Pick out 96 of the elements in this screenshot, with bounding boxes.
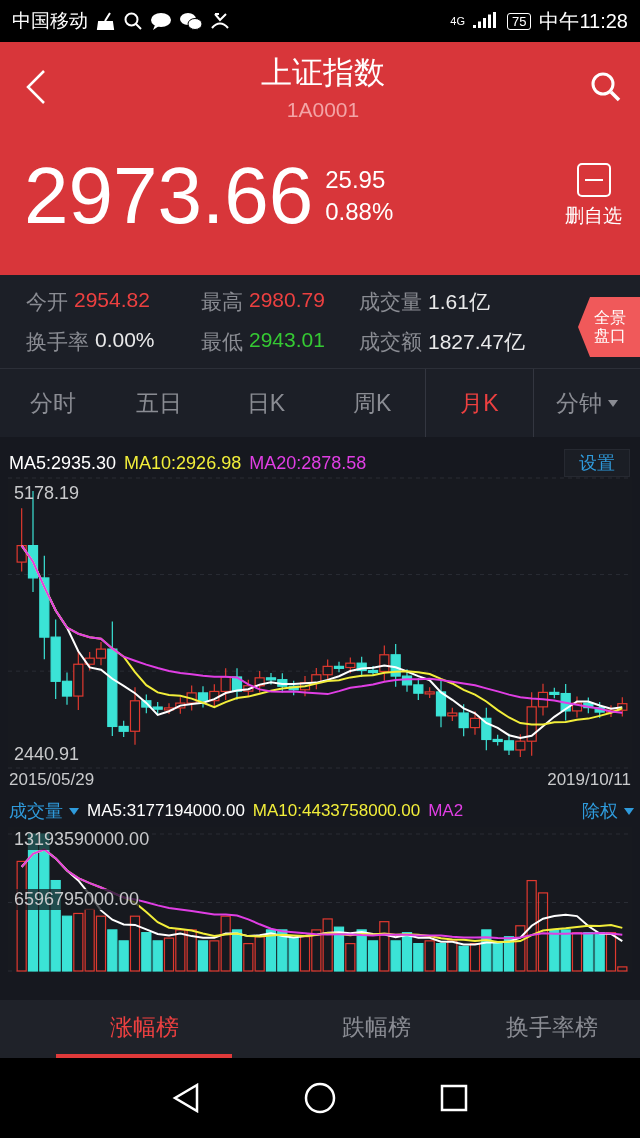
caret-icon [69, 807, 79, 815]
period-tab[interactable]: 分时 [0, 369, 107, 437]
index-title: 上证指数 [261, 54, 385, 92]
stat-value: 2980.79 [249, 287, 325, 313]
volume-bar [583, 932, 594, 972]
volume-bar [254, 936, 265, 972]
stat-value: 0.00% [95, 327, 155, 353]
volume-bar [299, 936, 311, 972]
stat-value: 1.61亿 [428, 288, 490, 315]
wechat-icon [180, 12, 202, 30]
volume-bar [401, 932, 413, 972]
period-tab[interactable]: 周K [319, 369, 426, 437]
volume-bar [265, 929, 277, 972]
stat-label: 最低 [201, 328, 243, 355]
battery-level: 75 [506, 12, 532, 30]
minus-icon [576, 163, 611, 197]
volume-bar [571, 932, 583, 972]
clock-time: 中午11:28 [539, 8, 628, 34]
broom-icon [96, 12, 116, 30]
volume-bar [141, 932, 152, 972]
volume-bar [73, 912, 84, 972]
price-change: 25.95 [325, 166, 387, 194]
candlestick [288, 680, 299, 696]
candlestick [209, 683, 220, 709]
volume-bar [163, 937, 175, 972]
stat-value: 2943.01 [249, 327, 325, 353]
candlestick [299, 675, 311, 697]
volume-bar [95, 915, 107, 972]
volume-bar [447, 940, 458, 972]
volume-bar [288, 937, 299, 972]
volume-bar [435, 943, 447, 972]
settings-button[interactable]: 设置 [564, 449, 630, 477]
caret-icon [624, 807, 634, 815]
period-tab[interactable]: 日K [212, 369, 319, 437]
volume-bar [322, 918, 333, 972]
stat-value: 2954.82 [74, 287, 150, 313]
chat-bubble-icon [150, 12, 172, 30]
volume-bar [107, 929, 118, 972]
max-volume-label: 13193590000.00 [14, 829, 150, 850]
signal-icon [472, 12, 499, 30]
search-icon [124, 12, 142, 30]
volume-bar [503, 936, 515, 972]
candlestick [220, 667, 231, 701]
mid-volume-label: 6596795000.00 [14, 889, 140, 910]
volume-bar [594, 932, 605, 972]
ma-legend: MA10:4433758000.00 [252, 801, 421, 821]
missed-call-icon [210, 12, 230, 30]
network-type: 4G [450, 15, 465, 27]
panorama-button[interactable]: 全景盘口 [578, 297, 640, 357]
home-nav-button[interactable] [304, 1082, 336, 1114]
index-code: 1A0001 [286, 98, 360, 122]
stat-label: 最高 [201, 288, 243, 315]
period-tab[interactable]: 月K [425, 369, 534, 437]
candlestick [594, 701, 605, 719]
volume-bar [84, 908, 95, 972]
carrier-name: 中国移动 [12, 9, 88, 33]
period-tab[interactable]: 五日 [106, 369, 213, 437]
adjust-dropdown[interactable]: 除权 [582, 799, 634, 823]
volume-bar [424, 940, 435, 972]
ma-legend: MA2 [428, 801, 464, 821]
ranking-tab[interactable]: 跌幅榜 [288, 1000, 464, 1058]
start-date: 2015/05/29 [9, 770, 95, 790]
stat-label: 成交量 [359, 288, 422, 315]
ma-legend: MA5:2935.30 [9, 452, 117, 474]
stat-label: 今开 [26, 288, 68, 315]
stat-label: 换手率 [26, 328, 89, 355]
volume-bar [560, 929, 571, 972]
search-button[interactable] [590, 71, 622, 103]
candlestick [583, 696, 594, 714]
max-price-label: 5178.19 [14, 483, 80, 504]
volume-bar [458, 945, 469, 972]
volume-bar [186, 929, 197, 972]
period-tab[interactable]: 分钟 [533, 369, 640, 437]
recents-nav-button[interactable] [440, 1084, 468, 1112]
ranking-tab[interactable]: 换手率榜 [464, 1000, 640, 1058]
volume-bar [197, 940, 209, 972]
end-date: 2019/10/11 [547, 770, 631, 790]
stat-value: 1827.47亿 [428, 328, 525, 355]
volume-bar [152, 940, 163, 972]
percent-change: 0.88% [325, 198, 394, 226]
back-nav-button[interactable] [172, 1083, 200, 1113]
volume-bar [413, 943, 424, 972]
stat-label: 成交额 [359, 328, 422, 355]
current-price: 2973.66 [24, 156, 314, 236]
ma-legend: MA5:3177194000.00 [87, 801, 245, 821]
candlestick [311, 667, 322, 690]
volume-bar [311, 929, 322, 972]
back-button[interactable] [24, 69, 46, 105]
min-price-label: 2440.91 [14, 744, 80, 765]
ma-legend: MA10:2926.98 [124, 452, 242, 474]
volume-bar [175, 929, 186, 972]
indicator-dropdown[interactable]: 成交量 [9, 799, 79, 823]
volume-bar [277, 929, 288, 972]
ma-legend: MA20:2878.58 [249, 452, 367, 474]
remove-watchlist-button[interactable]: 删自选 [565, 163, 622, 229]
candlestick [197, 685, 209, 708]
